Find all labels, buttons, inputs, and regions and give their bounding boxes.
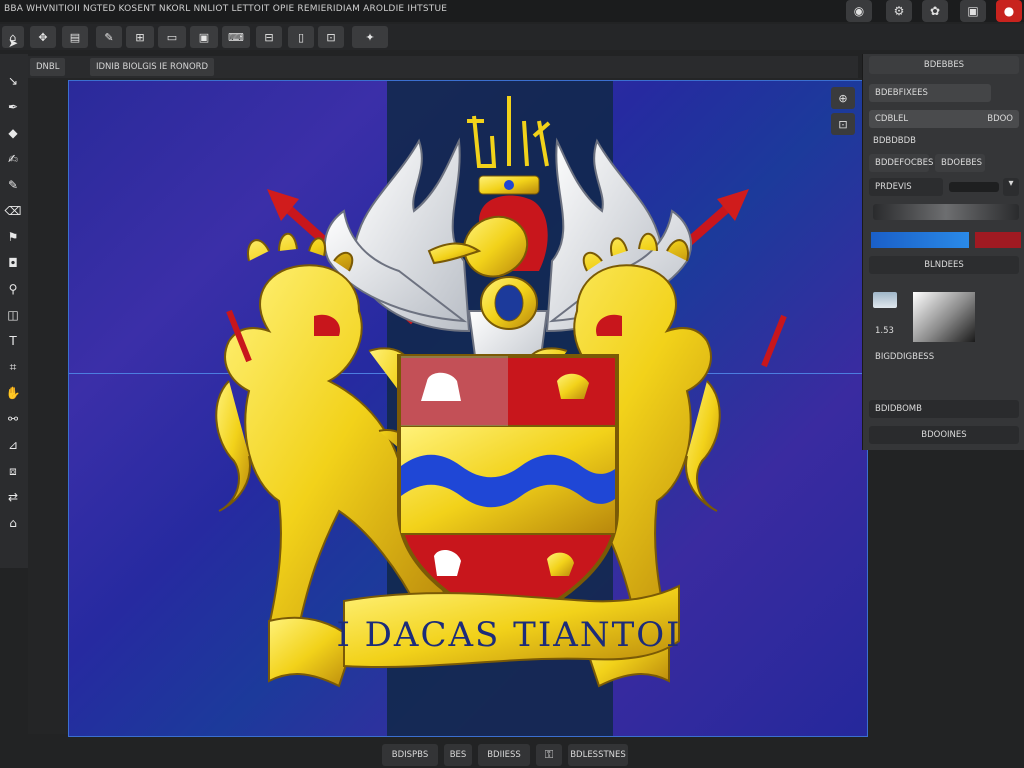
print-icon[interactable]: ▣: [960, 0, 986, 22]
document-icon[interactable]: ▯: [288, 26, 314, 48]
thumbnail-icon[interactable]: [873, 292, 897, 308]
settings-icon[interactable]: ⚙: [886, 0, 912, 22]
tab-document[interactable]: IDNIB BIOLGIS IE RONORD: [90, 58, 215, 76]
left-tool-panel: ➤ ↘ ✒ ◆ ✍ ✎ ⌫ ⚑ ◘ ⚲ ◫ T ⌗ ✋ ⚯ ⊿ ⧈ ⇄ ⌂: [0, 36, 28, 568]
color-swatch-secondary[interactable]: [975, 232, 1021, 248]
swap-icon[interactable]: ⇄: [2, 486, 24, 508]
lion-right-torch: [761, 314, 787, 368]
monitor-icon[interactable]: ▣: [190, 26, 218, 48]
coat-of-arms: I DACAS TIANTOI: [215, 96, 787, 688]
camera-icon[interactable]: ◉: [846, 0, 872, 22]
property-field-1[interactable]: BDEBFIXEES: [869, 84, 991, 102]
direct-select-icon[interactable]: ↘: [2, 70, 24, 92]
home-tool-icon[interactable]: ⌂: [2, 512, 24, 534]
shape-icon[interactable]: ◆: [2, 122, 24, 144]
bottom-button-1[interactable]: BDISPBS: [382, 744, 438, 766]
color-swatch-primary[interactable]: [871, 232, 969, 248]
pen-icon[interactable]: ✒: [2, 96, 24, 118]
opacity-row[interactable]: BDIDBOMB: [869, 400, 1019, 418]
eyedropper-icon[interactable]: ⚲: [2, 278, 24, 300]
gear-icon[interactable]: ✿: [922, 0, 948, 22]
wand-icon[interactable]: ✦: [352, 26, 388, 48]
crown-jewel: [504, 180, 514, 190]
paint-icon[interactable]: ✍: [2, 148, 24, 170]
tab-dnbl[interactable]: DNBL: [30, 58, 66, 76]
motto-text: I DACAS TIANTOI: [336, 615, 681, 655]
preset-slider[interactable]: [949, 182, 999, 192]
swatch-label: BIGDDIGBESS: [875, 352, 935, 362]
brush-tool-icon[interactable]: ✎: [2, 174, 24, 196]
slice-icon[interactable]: ⧈: [2, 460, 24, 482]
fit-screen-icon[interactable]: ⊡: [831, 113, 855, 135]
slider-1[interactable]: CDBLEL BDOO: [869, 110, 1019, 128]
panel-header: BDEBBES: [869, 56, 1019, 74]
section-label: BDBDBDB: [873, 136, 916, 146]
keyboard-icon[interactable]: ⌨: [222, 26, 250, 48]
close-icon[interactable]: ●: [996, 0, 1022, 22]
color-picker-square[interactable]: [913, 292, 975, 342]
screen-icon[interactable]: ▭: [158, 26, 186, 48]
properties-panel: BDEBBES BDEBFIXEES CDBLEL BDOO BDBDBDB B…: [862, 54, 1024, 450]
fill-icon[interactable]: ◘: [2, 252, 24, 274]
size-label: 1.53: [875, 326, 894, 336]
bottom-button-3[interactable]: BDIIESS: [478, 744, 530, 766]
gradient-slider[interactable]: [873, 204, 1019, 220]
eraser-icon[interactable]: ⌫: [2, 200, 24, 222]
crest-crown: [467, 96, 551, 168]
footer-button[interactable]: BDOOINES: [869, 426, 1019, 444]
preset-dropdown[interactable]: PRDEVIS: [869, 178, 943, 196]
brush-icon[interactable]: ✎: [96, 26, 122, 48]
toolbar: ⌂ ✥ ▤ ✎ ⊞ ▭ ▣ ⌨ ⊟ ▯ ⊡ ✦: [0, 24, 1024, 50]
menu-bar-text[interactable]: BBA WHVNITIOII NGTED KOSENT NKORL NNLIOT…: [4, 4, 447, 14]
hand-icon[interactable]: ✋: [2, 382, 24, 404]
layers-icon[interactable]: ▤: [62, 26, 88, 48]
document-tab-strip: DNBL IDNIB BIOLGIS IE RONORD: [28, 56, 858, 78]
artboard[interactable]: I DACAS TIANTOI ⊕ ⊡: [68, 80, 868, 737]
frame-icon[interactable]: ⊡: [318, 26, 344, 48]
gradient-icon[interactable]: ◫: [2, 304, 24, 326]
panel-button-2[interactable]: BDOEBES: [935, 154, 985, 172]
select-icon[interactable]: ➤: [2, 32, 24, 54]
measure-icon[interactable]: ⊿: [2, 434, 24, 456]
menu-bar: BBA WHVNITIOII NGTED KOSENT NKORL NNLIOT…: [0, 0, 1024, 22]
bottom-button-2[interactable]: BES: [444, 744, 472, 766]
stamp-icon[interactable]: ⚑: [2, 226, 24, 248]
panel-button-1[interactable]: BDDEFOCBES: [869, 154, 933, 172]
grid-icon[interactable]: ⊟: [256, 26, 282, 48]
lock-icon[interactable]: ⚿: [536, 744, 562, 766]
dropdown-chevron-icon[interactable]: ▾: [1003, 178, 1019, 196]
image-icon[interactable]: ⊞: [126, 26, 154, 48]
crop-icon[interactable]: ⌗: [2, 356, 24, 378]
text-tool-icon[interactable]: T: [2, 330, 24, 352]
zoom-in-icon[interactable]: ⊕: [831, 87, 855, 109]
helmet-visor: [494, 284, 524, 322]
bottom-button-5[interactable]: BDLESSTNES: [568, 744, 628, 766]
zoom-icon[interactable]: ⚯: [2, 408, 24, 430]
layers-row[interactable]: BLNDEES: [869, 256, 1019, 274]
move-icon[interactable]: ✥: [30, 26, 56, 48]
